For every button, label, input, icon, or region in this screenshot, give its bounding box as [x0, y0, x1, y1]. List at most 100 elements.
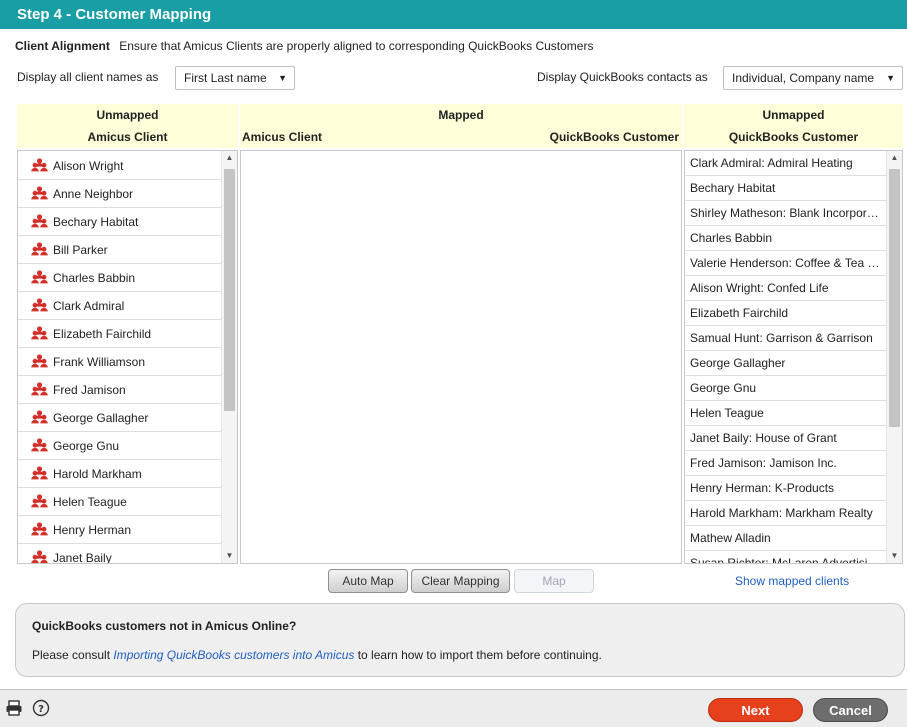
qb-customer-item[interactable]: Harold Markham: Markham Realty [685, 501, 886, 526]
client-people-icon [31, 354, 48, 368]
qb-customer-item[interactable]: Shirley Matheson: Blank Incorporated [685, 201, 886, 226]
chevron-down-icon: ▼ [886, 73, 895, 83]
amicus-client-name: Elizabeth Fairchild [53, 327, 152, 341]
printer-icon[interactable] [5, 699, 23, 717]
amicus-client-label: Amicus Client [87, 130, 168, 144]
client-people-icon [31, 186, 48, 200]
qb-customer-item[interactable]: Elizabeth Fairchild [685, 301, 886, 326]
qb-customer-item[interactable]: George Gallagher [685, 351, 886, 376]
amicus-client-list[interactable]: Alison Wright Anne Neighbor Bechary Habita… [17, 150, 238, 564]
unmapped-amicus-header: Unmapped Amicus Client [17, 104, 238, 148]
chevron-down-icon: ▼ [278, 73, 287, 83]
qb-import-info-box: QuickBooks customers not in Amicus Onlin… [15, 603, 905, 677]
client-people-icon [31, 214, 48, 228]
amicus-client-name: Helen Teague [53, 495, 127, 509]
qb-list-scrollbar[interactable]: ▲ ▼ [886, 151, 902, 563]
scroll-up-arrow-icon[interactable]: ▲ [887, 151, 902, 165]
scroll-up-arrow-icon[interactable]: ▲ [222, 151, 237, 165]
qb-customer-item[interactable]: Fred Jamison: Jamison Inc. [685, 451, 886, 476]
amicus-client-name: George Gnu [53, 439, 120, 453]
cancel-button[interactable]: Cancel [813, 698, 888, 722]
amicus-client-name: Alison Wright [53, 159, 124, 173]
display-clients-label: Display all client names as [17, 70, 159, 84]
amicus-client-name: Clark Admiral [53, 299, 125, 313]
qb-customer-list[interactable]: Clark Admiral: Admiral Heating Bechary Ha… [684, 150, 903, 564]
amicus-client-item[interactable]: George Gallagher [18, 404, 221, 432]
amicus-client-item[interactable]: Helen Teague [18, 488, 221, 516]
display-clients-select[interactable]: First Last name ▼ [175, 66, 295, 90]
qb-customer-item[interactable]: Susan Richter: McLaren Advertising [685, 551, 886, 563]
mapped-label: Mapped [438, 108, 484, 122]
scroll-thumb[interactable] [889, 169, 900, 427]
display-qb-label: Display QuickBooks contacts as [537, 70, 708, 84]
amicus-client-name: Bill Parker [53, 243, 108, 257]
amicus-client-name: Janet Baily [53, 551, 112, 564]
amicus-client-name: Henry Herman [53, 523, 132, 537]
show-mapped-clients-link[interactable]: Show mapped clients [735, 574, 849, 588]
qb-customer-item[interactable]: Alison Wright: Confed Life [685, 276, 886, 301]
amicus-client-item[interactable]: Bechary Habitat [18, 208, 221, 236]
client-people-icon [31, 438, 48, 452]
qb-customer-item[interactable]: Bechary Habitat [685, 176, 886, 201]
mapped-header: Mapped Amicus Client QuickBooks Customer [240, 104, 682, 148]
info-text-pre: Please consult [32, 648, 114, 662]
info-text-post: to learn how to import them before conti… [354, 648, 602, 662]
unmapped-qb-header: Unmapped QuickBooks Customer [684, 104, 903, 148]
amicus-client-item[interactable]: Anne Neighbor [18, 180, 221, 208]
next-button[interactable]: Next [708, 698, 803, 722]
scroll-down-arrow-icon[interactable]: ▼ [887, 549, 902, 563]
qb-customer-item[interactable]: Samual Hunt: Garrison & Garrison [685, 326, 886, 351]
qb-customer-item[interactable]: Helen Teague [685, 401, 886, 426]
client-alignment-text: Ensure that Amicus Clients are properly … [119, 39, 594, 53]
amicus-client-item[interactable]: Fred Jamison [18, 376, 221, 404]
mapped-list[interactable] [240, 150, 682, 564]
client-people-icon [31, 494, 48, 508]
qb-customer-label: QuickBooks Customer [728, 130, 859, 144]
amicus-client-item[interactable]: George Gnu [18, 432, 221, 460]
amicus-client-item[interactable]: Frank Williamson [18, 348, 221, 376]
amicus-client-name: Anne Neighbor [53, 187, 134, 201]
qb-customer-item[interactable]: Janet Baily: House of Grant [685, 426, 886, 451]
client-people-icon [31, 382, 48, 396]
scroll-down-arrow-icon[interactable]: ▼ [222, 549, 237, 563]
amicus-client-name: Harold Markham [53, 467, 142, 481]
amicus-client-item[interactable]: Harold Markham [18, 460, 221, 488]
client-people-icon [31, 466, 48, 480]
import-qb-customers-link[interactable]: Importing QuickBooks customers into Amic… [113, 648, 354, 662]
mapped-amicus-client-label: Amicus Client [242, 130, 323, 144]
amicus-client-item[interactable]: Alison Wright [18, 152, 221, 180]
amicus-client-item[interactable]: Clark Admiral [18, 292, 221, 320]
qb-customer-item[interactable]: Mathew Alladin [685, 526, 886, 551]
qb-customer-item[interactable]: George Gnu [685, 376, 886, 401]
map-button[interactable]: Map [514, 569, 594, 593]
client-alignment-line: Client Alignment Ensure that Amicus Clie… [15, 39, 593, 53]
clear-mapping-button[interactable]: Clear Mapping [411, 569, 510, 593]
client-people-icon [31, 158, 48, 172]
amicus-client-name: Bechary Habitat [53, 215, 139, 229]
display-qb-select[interactable]: Individual, Company name ▼ [723, 66, 903, 90]
help-icon[interactable]: ? [32, 699, 50, 717]
info-title: QuickBooks customers not in Amicus Onlin… [32, 619, 297, 633]
amicus-client-item[interactable]: Bill Parker [18, 236, 221, 264]
amicus-client-item[interactable]: Janet Baily [18, 544, 221, 564]
display-qb-value: Individual, Company name [732, 71, 875, 85]
amicus-client-item[interactable]: Henry Herman [18, 516, 221, 544]
amicus-list-scrollbar[interactable]: ▲ ▼ [221, 151, 237, 563]
window-title: Step 4 - Customer Mapping [0, 0, 907, 29]
qb-customer-item[interactable]: Charles Babbin [685, 226, 886, 251]
qb-customer-item[interactable]: Valerie Henderson: Coffee & Tea Co [685, 251, 886, 276]
footer-bar: ? Next Cancel [0, 689, 907, 727]
qb-customer-item[interactable]: Henry Herman: K-Products [685, 476, 886, 501]
unmapped-label: Unmapped [96, 108, 159, 122]
scroll-thumb[interactable] [224, 169, 235, 411]
svg-text:?: ? [38, 704, 44, 715]
amicus-client-item[interactable]: Charles Babbin [18, 264, 221, 292]
amicus-client-item[interactable]: Elizabeth Fairchild [18, 320, 221, 348]
qb-customer-item[interactable]: Clark Admiral: Admiral Heating [685, 151, 886, 176]
amicus-client-name: Frank Williamson [53, 355, 146, 369]
display-clients-value: First Last name [184, 71, 267, 85]
auto-map-button[interactable]: Auto Map [328, 569, 408, 593]
amicus-client-name: George Gallagher [53, 411, 149, 425]
amicus-client-name: Fred Jamison [53, 383, 126, 397]
client-people-icon [31, 298, 48, 312]
